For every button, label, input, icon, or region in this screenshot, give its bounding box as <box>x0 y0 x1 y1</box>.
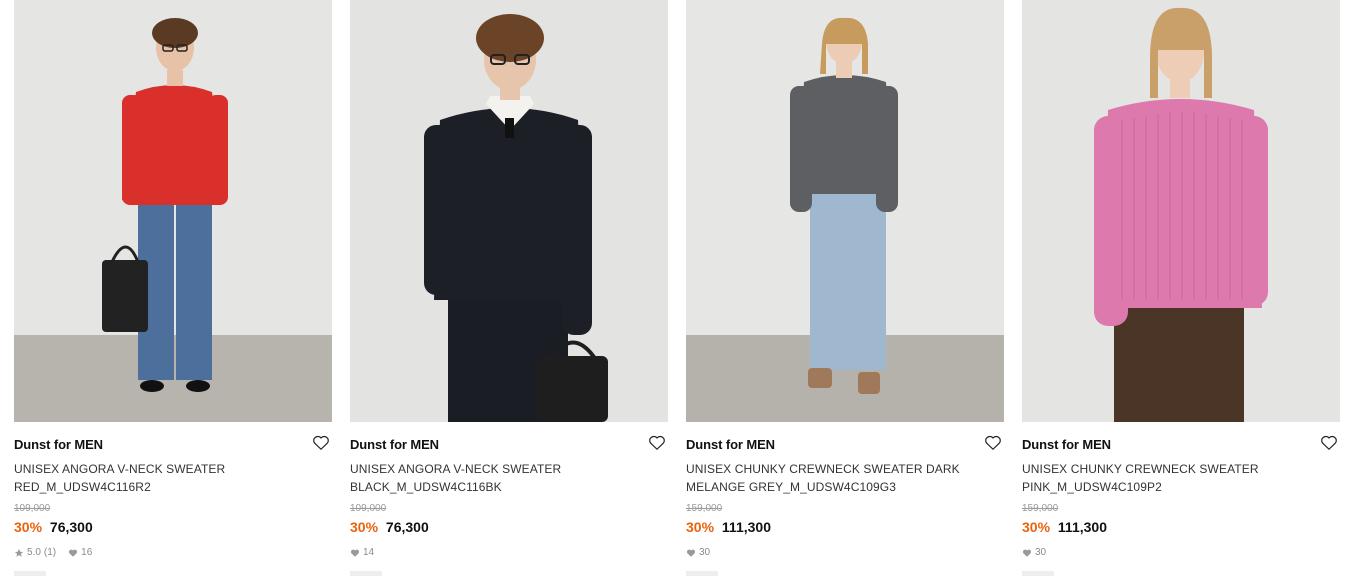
original-price: 159,000 <box>686 503 723 514</box>
price-line: 30% 76,300 <box>350 519 429 535</box>
sale-price: 111,300 <box>721 519 771 535</box>
review-count: (1) <box>43 547 57 558</box>
heart-icon[interactable] <box>648 434 666 451</box>
heart-filled-icon <box>350 549 360 557</box>
sale-price: 76,300 <box>49 519 93 535</box>
like-count: 30 <box>699 547 711 558</box>
product-image[interactable] <box>14 0 332 422</box>
rating-value: 5.0 <box>27 547 41 558</box>
product-card[interactable]: Dunst for MEN UNISEX ANGORA V-NECK SWEAT… <box>350 0 668 576</box>
heart-filled-icon <box>69 549 78 557</box>
sale-price: 76,300 <box>385 519 429 535</box>
product-card[interactable]: Dunst for MEN UNISEX CHUNKY CREWNECK SWE… <box>1022 0 1340 576</box>
heart-filled-icon <box>1022 549 1032 557</box>
badge-placeholder <box>686 571 718 576</box>
product-meta: 30 <box>686 547 710 558</box>
product-meta: 14 <box>350 547 374 558</box>
heart-icon[interactable] <box>984 434 1002 451</box>
discount-rate: 30% <box>14 519 43 535</box>
like-count: 16 <box>81 547 93 558</box>
product-image[interactable] <box>686 0 1004 422</box>
brand-name[interactable]: Dunst for MEN <box>1022 437 1111 452</box>
brand-name[interactable]: Dunst for MEN <box>686 437 775 452</box>
like-count: 14 <box>363 547 375 558</box>
badge-placeholder <box>14 571 46 576</box>
price-line: 30% 111,300 <box>1022 519 1107 535</box>
like-count: 30 <box>1035 547 1047 558</box>
product-meta: 30 <box>1022 547 1046 558</box>
original-price: 109,000 <box>350 503 387 514</box>
brand-name[interactable]: Dunst for MEN <box>14 437 103 452</box>
discount-rate: 30% <box>350 519 379 535</box>
product-meta: 5.0 (1) 16 <box>14 547 92 558</box>
product-name[interactable]: UNISEX ANGORA V-NECK SWEATER BLACK_M_UDS… <box>350 460 650 496</box>
product-image[interactable] <box>350 0 668 422</box>
product-grid: Dunst for MEN UNISEX ANGORA V-NECK SWEAT… <box>0 0 1345 576</box>
product-name[interactable]: UNISEX CHUNKY CREWNECK SWEATER DARK MELA… <box>686 460 986 496</box>
product-name[interactable]: UNISEX ANGORA V-NECK SWEATER RED_M_UDSW4… <box>14 460 314 496</box>
heart-filled-icon <box>686 549 696 557</box>
original-price: 159,000 <box>1022 503 1059 514</box>
price-line: 30% 76,300 <box>14 519 93 535</box>
badge-placeholder <box>1022 571 1054 576</box>
price-line: 30% 111,300 <box>686 519 771 535</box>
original-price: 109,000 <box>14 503 51 514</box>
brand-name[interactable]: Dunst for MEN <box>350 437 439 452</box>
product-card[interactable]: Dunst for MEN UNISEX ANGORA V-NECK SWEAT… <box>14 0 332 576</box>
product-image[interactable] <box>1022 0 1340 422</box>
star-icon <box>14 548 24 557</box>
product-name[interactable]: UNISEX CHUNKY CREWNECK SWEATER PINK_M_UD… <box>1022 460 1322 496</box>
badge-placeholder <box>350 571 382 576</box>
discount-rate: 30% <box>686 519 715 535</box>
product-card[interactable]: Dunst for MEN UNISEX CHUNKY CREWNECK SWE… <box>686 0 1004 576</box>
discount-rate: 30% <box>1022 519 1051 535</box>
heart-icon[interactable] <box>312 434 330 451</box>
sale-price: 111,300 <box>1057 519 1107 535</box>
heart-icon[interactable] <box>1320 434 1338 451</box>
